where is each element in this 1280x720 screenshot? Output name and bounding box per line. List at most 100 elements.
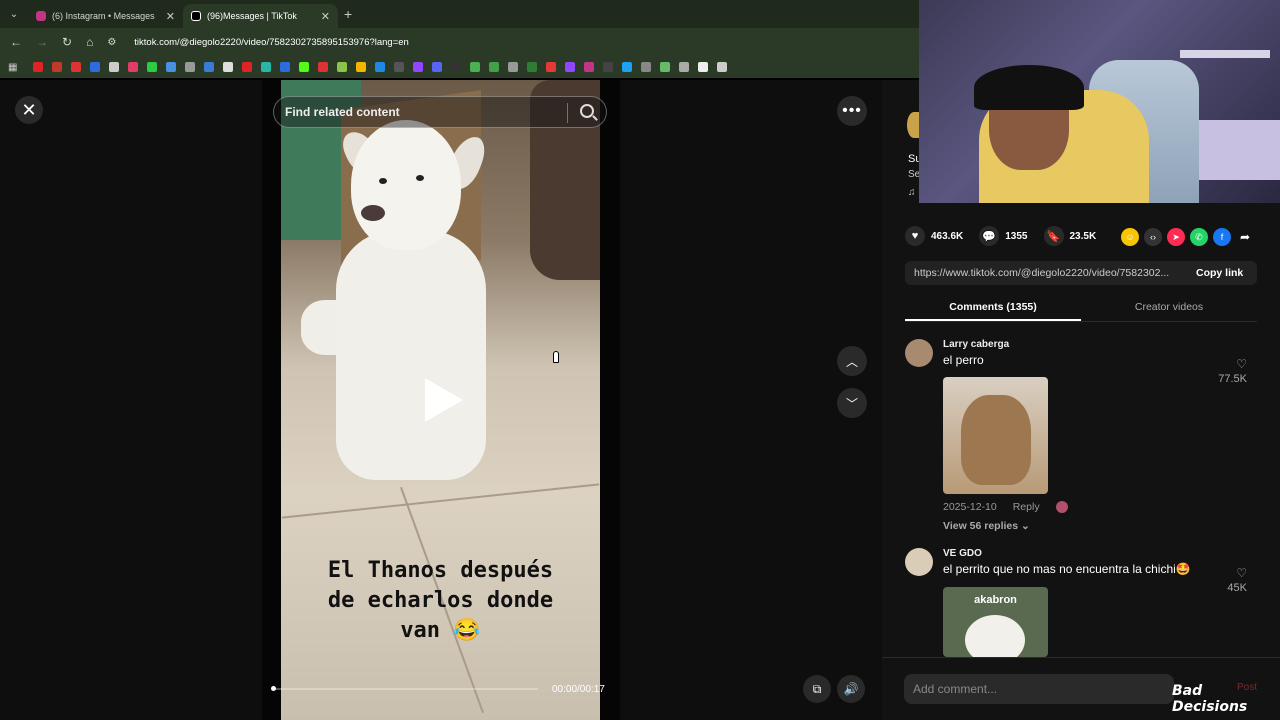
progress-handle[interactable] [271, 686, 276, 691]
heart-icon[interactable]: ♡ [1236, 357, 1247, 371]
avatar[interactable] [905, 339, 933, 367]
more-options-button[interactable]: ••• [837, 96, 867, 126]
comment-username[interactable]: Larry caberga [943, 339, 1009, 350]
comment-text: el perrito que no mas no encuentra la ch… [943, 562, 1191, 576]
comment-meta: 2025-12-10 Reply [943, 501, 1068, 513]
tab-search-icon[interactable]: ⌄ [0, 0, 28, 28]
comment-username[interactable]: VE GDO [943, 548, 982, 559]
engagement-stats: ♥ 463.6K 💬 1355 🔖 23.5K [905, 226, 1096, 246]
friends-icon[interactable]: ☺ [1121, 228, 1139, 246]
bookmark-icon[interactable] [641, 62, 652, 72]
bookmark-icon[interactable] [261, 62, 272, 72]
comment-date: 2025-12-10 [943, 501, 997, 513]
reload-icon[interactable]: ↻ [62, 35, 72, 49]
bookmark-icon[interactable] [204, 62, 215, 72]
reply-button[interactable]: Reply [1013, 501, 1040, 513]
streamer-webcam-overlay [919, 0, 1280, 203]
comment-item: VE GDO el perrito que no mas no encuentr… [905, 548, 1257, 658]
bookmark-icon[interactable] [508, 62, 519, 72]
add-comment-input[interactable]: Add comment... [904, 674, 1174, 704]
bookmark-icon[interactable] [375, 62, 386, 72]
bookmark-icon[interactable] [394, 62, 405, 72]
bookmark-icon: 🔖 [1043, 226, 1064, 246]
bookmark-icon[interactable] [128, 62, 139, 72]
back-icon[interactable]: ← [10, 35, 22, 49]
bookmark-icon[interactable] [280, 62, 291, 72]
share-icon[interactable]: ➦ [1236, 228, 1254, 246]
bookmark-icon[interactable] [337, 62, 348, 72]
bookmark-icon[interactable] [660, 62, 671, 72]
send-icon[interactable]: ➤ [1167, 228, 1185, 246]
site-info-icon[interactable]: ⚙ [107, 37, 116, 48]
comment-item: Larry caberga el perro ♡ 77.5K 2025-12-1… [905, 339, 1257, 539]
bookmark-icon[interactable] [546, 62, 557, 72]
bookmark-icon[interactable] [603, 62, 614, 72]
bookmark-kick-icon[interactable] [299, 62, 310, 72]
browser-tab-strip: ⌄ (6) Instagram • Messages ✕ (96)Message… [0, 0, 920, 28]
bookmark-icon[interactable] [698, 62, 709, 72]
video-progress-bar[interactable] [273, 688, 538, 690]
close-video-button[interactable]: ✕ [15, 96, 43, 124]
bookmark-icon[interactable] [90, 62, 101, 72]
heart-icon: ♥ [905, 226, 925, 246]
apps-icon[interactable]: ▦ [8, 62, 17, 73]
bookmark-icon[interactable] [71, 62, 82, 72]
tab-instagram[interactable]: (6) Instagram • Messages ✕ [28, 4, 183, 28]
previous-video-button[interactable]: ︿ [837, 346, 867, 376]
search-icon[interactable] [580, 104, 594, 118]
bookmark-icon[interactable] [147, 62, 158, 72]
copy-link-button[interactable]: Copy link [1186, 267, 1243, 279]
close-tab-icon[interactable]: ✕ [166, 10, 175, 23]
bookmark-icon[interactable] [223, 62, 234, 72]
forward-icon[interactable]: → [36, 35, 48, 49]
bookmark-icon[interactable] [470, 62, 481, 72]
bookmark-icon[interactable] [489, 62, 500, 72]
bookmark-icon[interactable] [318, 62, 329, 72]
comment-image[interactable] [943, 377, 1048, 494]
tab-comments[interactable]: Comments (1355) [905, 296, 1081, 321]
bookmark-icon[interactable] [185, 62, 196, 72]
bookmark-icon[interactable] [622, 62, 633, 72]
tab-tiktok[interactable]: (96)Messages | TikTok ✕ [183, 4, 338, 28]
whatsapp-icon[interactable]: ✆ [1190, 228, 1208, 246]
bookmark-instagram-icon[interactable] [584, 62, 595, 72]
share-link-box: https://www.tiktok.com/@diegolo2220/vide… [905, 261, 1257, 285]
bookmark-icon[interactable] [717, 62, 728, 72]
home-icon[interactable]: ⌂ [86, 35, 93, 49]
bookmark-icon[interactable] [451, 62, 462, 72]
avatar[interactable] [905, 548, 933, 576]
comment-image[interactable]: akabron [943, 587, 1048, 657]
play-icon[interactable] [425, 378, 463, 422]
tab-title: (96)Messages | TikTok [207, 11, 297, 21]
bookmark-icon[interactable] [527, 62, 538, 72]
bookmark-icon[interactable] [52, 62, 63, 72]
bookmark-icon[interactable] [109, 62, 120, 72]
tab-creator-videos[interactable]: Creator videos [1081, 296, 1257, 321]
bookmark-icon[interactable] [242, 62, 253, 72]
new-tab-button[interactable]: + [344, 6, 352, 22]
bookmark-icon[interactable] [565, 62, 576, 72]
address-bar[interactable]: tiktok.com/@diegolo2220/video/7582302735… [134, 37, 409, 48]
bookmark-icon[interactable] [432, 62, 443, 72]
picture-in-picture-button[interactable]: ⧉ [803, 675, 831, 703]
bookmark-icon[interactable] [679, 62, 690, 72]
bookmark-twitch-icon[interactable] [413, 62, 424, 72]
next-video-button[interactable]: ﹀ [837, 388, 867, 418]
heart-icon[interactable]: ♡ [1236, 566, 1247, 580]
bookmark-icon[interactable] [166, 62, 177, 72]
view-replies-button[interactable]: View 56 replies ⌄ [943, 520, 1030, 532]
bookmark-icon[interactable] [356, 62, 367, 72]
save-button[interactable]: 🔖 23.5K [1043, 226, 1096, 246]
embed-icon[interactable]: ‹› [1144, 228, 1162, 246]
post-button[interactable]: Post [1237, 682, 1257, 693]
volume-button[interactable]: 🔊 [837, 675, 865, 703]
address-bar-row: ← → ↻ ⌂ ⚙ tiktok.com/@diegolo2220/video/… [0, 28, 920, 56]
watermark-logo: Bad Decisions [1172, 683, 1248, 715]
related-search-input[interactable]: Find related content [273, 96, 607, 128]
close-tab-icon[interactable]: ✕ [321, 10, 330, 23]
like-button[interactable]: ♥ 463.6K [905, 226, 963, 246]
bookmark-youtube-icon[interactable] [33, 62, 44, 72]
comment-button[interactable]: 💬 1355 [979, 226, 1028, 246]
facebook-icon[interactable]: f [1213, 228, 1231, 246]
share-link-url[interactable]: https://www.tiktok.com/@diegolo2220/vide… [905, 267, 1186, 279]
